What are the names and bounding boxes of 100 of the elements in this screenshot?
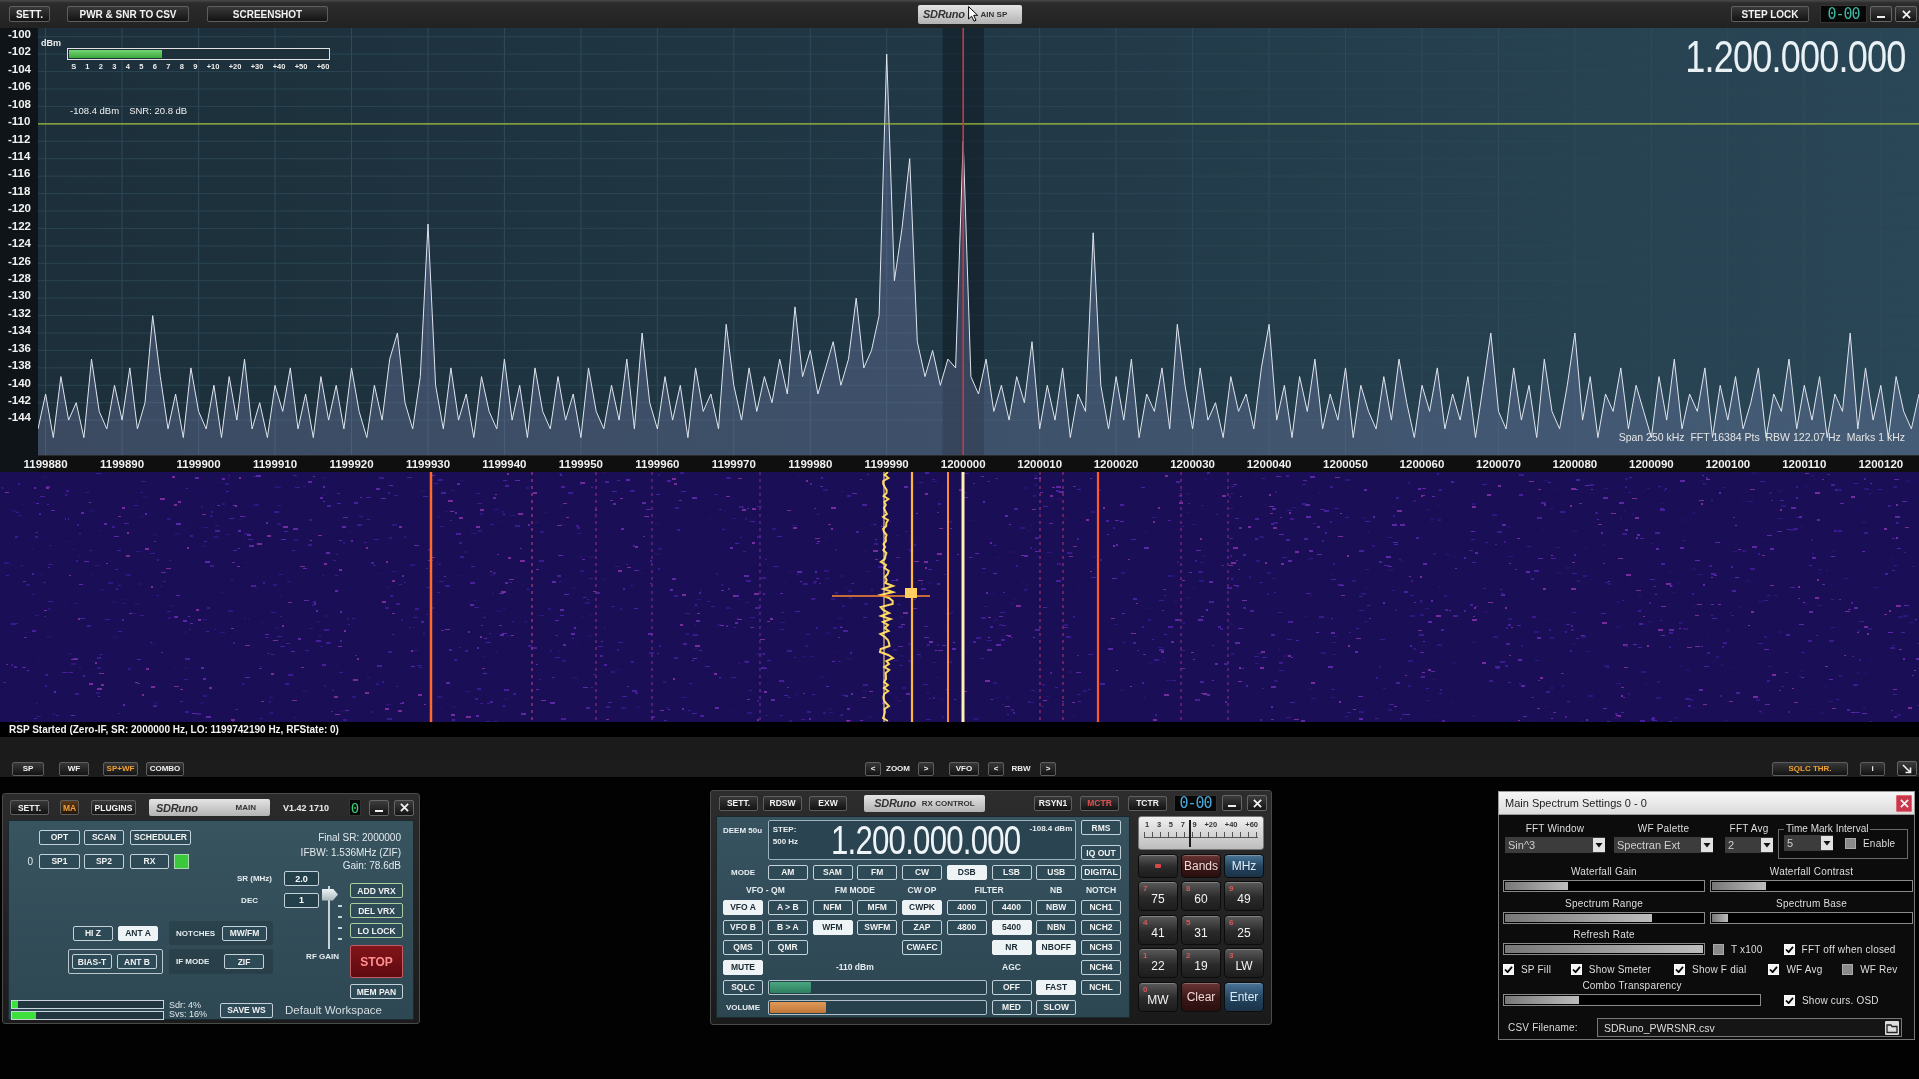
view-button[interactable]: SP1 <box>39 853 80 869</box>
title-button[interactable]: EXW <box>809 795 847 811</box>
save-workspace-button[interactable]: SAVE WS <box>220 1002 273 1018</box>
minimize-button[interactable] <box>1870 6 1892 22</box>
minimize-button[interactable] <box>369 799 389 816</box>
keypad-key[interactable]: 0 MW <box>1138 981 1178 1012</box>
noise-blanker-button[interactable]: NBN <box>1036 919 1077 935</box>
squelch-slider-track[interactable] <box>767 979 987 995</box>
squelch-threshold-button[interactable]: SQLC THR. <box>1772 761 1848 776</box>
mode-button[interactable]: DIGITAL <box>1081 864 1121 880</box>
keypad-key[interactable]: 2 19 <box>1181 948 1221 978</box>
keypad-key[interactable]: 1 22 <box>1138 948 1178 978</box>
vrx-button[interactable]: LO LOCK <box>350 923 403 938</box>
agc-button[interactable]: MED <box>991 999 1032 1015</box>
agc-button[interactable]: OFF <box>991 979 1032 995</box>
dropdown[interactable]: Spectran Ext <box>1614 837 1713 853</box>
filter-button[interactable]: 4800 <box>946 919 987 935</box>
squelch-button[interactable]: SQLC <box>723 979 763 995</box>
notch-button[interactable]: NCH2 <box>1081 919 1121 935</box>
vfo-button[interactable]: QMS <box>723 939 763 955</box>
csv-filename-field[interactable]: SDRuno_PWRSNR.csv <box>1597 1018 1902 1037</box>
checkbox[interactable] <box>1842 964 1854 975</box>
close-button[interactable] <box>1895 6 1917 22</box>
view-tab[interactable]: SP+WF <box>103 761 138 776</box>
view-button[interactable]: SP2 <box>84 853 124 869</box>
agc-button[interactable]: FAST <box>1036 979 1077 995</box>
view-tab[interactable]: SP <box>12 761 44 776</box>
keypad-key[interactable]: 4 41 <box>1138 914 1178 945</box>
keypad-key[interactable]: 6 25 <box>1224 914 1264 945</box>
checkbox[interactable] <box>1713 944 1724 955</box>
antenna-button[interactable]: ANT A <box>118 925 158 941</box>
keypad-key[interactable] <box>1138 853 1178 878</box>
dropdown[interactable]: Sin^3 <box>1505 837 1605 853</box>
view-tab[interactable]: COMBO <box>146 761 184 776</box>
slider-track[interactable] <box>1503 912 1705 924</box>
keypad-key[interactable]: 7 75 <box>1138 881 1178 911</box>
output-button[interactable]: IQ OUT <box>1081 845 1121 860</box>
toolbar-button[interactable]: SCREENSHOT <box>207 6 328 22</box>
slider-thumb[interactable] <box>322 888 338 901</box>
agc-button[interactable]: SLOW <box>1036 999 1077 1015</box>
mode-button[interactable]: AM <box>767 864 808 880</box>
tool-button[interactable]: SCHEDULER <box>130 829 191 845</box>
slider-track[interactable] <box>1503 880 1705 892</box>
notch-button[interactable]: NCH4 <box>1081 959 1121 975</box>
mode-button[interactable]: FM <box>857 864 898 880</box>
view-tab[interactable]: WF <box>59 761 89 776</box>
sample-rate-field[interactable]: 2.0 <box>284 871 319 886</box>
mode-button[interactable]: SAM <box>812 864 853 880</box>
fm-mode-button[interactable]: SWFM <box>857 919 898 935</box>
title-button[interactable]: MA <box>60 800 79 815</box>
notch-button[interactable]: NCH3 <box>1081 939 1121 955</box>
slider-track[interactable] <box>1503 994 1761 1006</box>
keypad-key[interactable]: Bands <box>1181 853 1221 878</box>
keypad-key[interactable]: 3 LW <box>1224 948 1264 978</box>
keypad-key[interactable]: 9 49 <box>1224 881 1264 911</box>
minimize-button[interactable] <box>1222 795 1242 811</box>
close-button[interactable] <box>394 799 414 816</box>
mode-button[interactable]: USB <box>1036 864 1077 880</box>
noise-blanker-button[interactable]: NBOFF <box>1036 939 1077 955</box>
tool-button[interactable]: SCAN <box>84 829 124 845</box>
keypad-key[interactable]: MHz <box>1224 853 1264 878</box>
output-button[interactable]: RMS <box>1081 820 1121 835</box>
cw-option-button[interactable]: CWAFC <box>902 939 942 955</box>
mode-button[interactable]: CW <box>902 864 942 880</box>
volume-slider-track[interactable] <box>767 999 987 1015</box>
close-button[interactable] <box>1247 795 1267 811</box>
filter-button[interactable]: 4000 <box>946 899 987 915</box>
antenna-button[interactable]: ANT B <box>117 954 157 969</box>
fm-mode-button[interactable]: MFM <box>857 899 898 915</box>
antenna-button[interactable]: BIAS-T <box>72 954 112 969</box>
fm-mode-button[interactable]: NFM <box>812 899 853 915</box>
noise-blanker-button[interactable]: NBW <box>1036 899 1077 915</box>
rbw-up-button[interactable]: > <box>1040 761 1056 776</box>
decimation-field[interactable]: 1 <box>284 892 319 908</box>
meter-button[interactable]: MCTR <box>1080 795 1119 811</box>
dropdown[interactable]: 2 <box>1725 837 1773 853</box>
vfo-button[interactable]: VFO <box>949 761 979 776</box>
title-button[interactable]: PLUGINS <box>91 800 136 815</box>
rbw-down-button[interactable]: < <box>988 761 1004 776</box>
zoom-in-button[interactable]: > <box>918 761 934 776</box>
meter-button[interactable]: RSYN1 <box>1034 795 1072 811</box>
dropdown[interactable]: 5 <box>1784 835 1833 851</box>
notch-filter-button[interactable]: MW/FM <box>222 925 267 941</box>
stop-button[interactable]: STOP <box>350 945 403 978</box>
keypad-key[interactable]: 8 60 <box>1181 881 1221 911</box>
filter-button[interactable]: 4400 <box>991 899 1032 915</box>
antenna-button[interactable]: HI Z <box>73 925 113 941</box>
vfo-button[interactable]: A > B <box>767 899 808 915</box>
mode-button[interactable]: LSB <box>991 864 1032 880</box>
cw-option-button[interactable]: CWPK <box>902 899 942 915</box>
vfo-button[interactable]: VFO B <box>723 919 763 935</box>
vfo-button[interactable]: B > A <box>767 919 808 935</box>
toolbar-button[interactable]: PWR & SNR TO CSV <box>67 6 189 22</box>
fm-mode-button[interactable]: WFM <box>812 919 853 935</box>
vfo-button[interactable]: VFO A <box>723 899 763 915</box>
checkbox[interactable] <box>1845 837 1856 849</box>
meter-button[interactable]: TCTR <box>1128 795 1167 811</box>
notch-button[interactable]: NCHL <box>1081 979 1121 995</box>
mem-pan-button[interactable]: MEM PAN <box>350 984 403 999</box>
resize-button[interactable] <box>1897 761 1917 776</box>
